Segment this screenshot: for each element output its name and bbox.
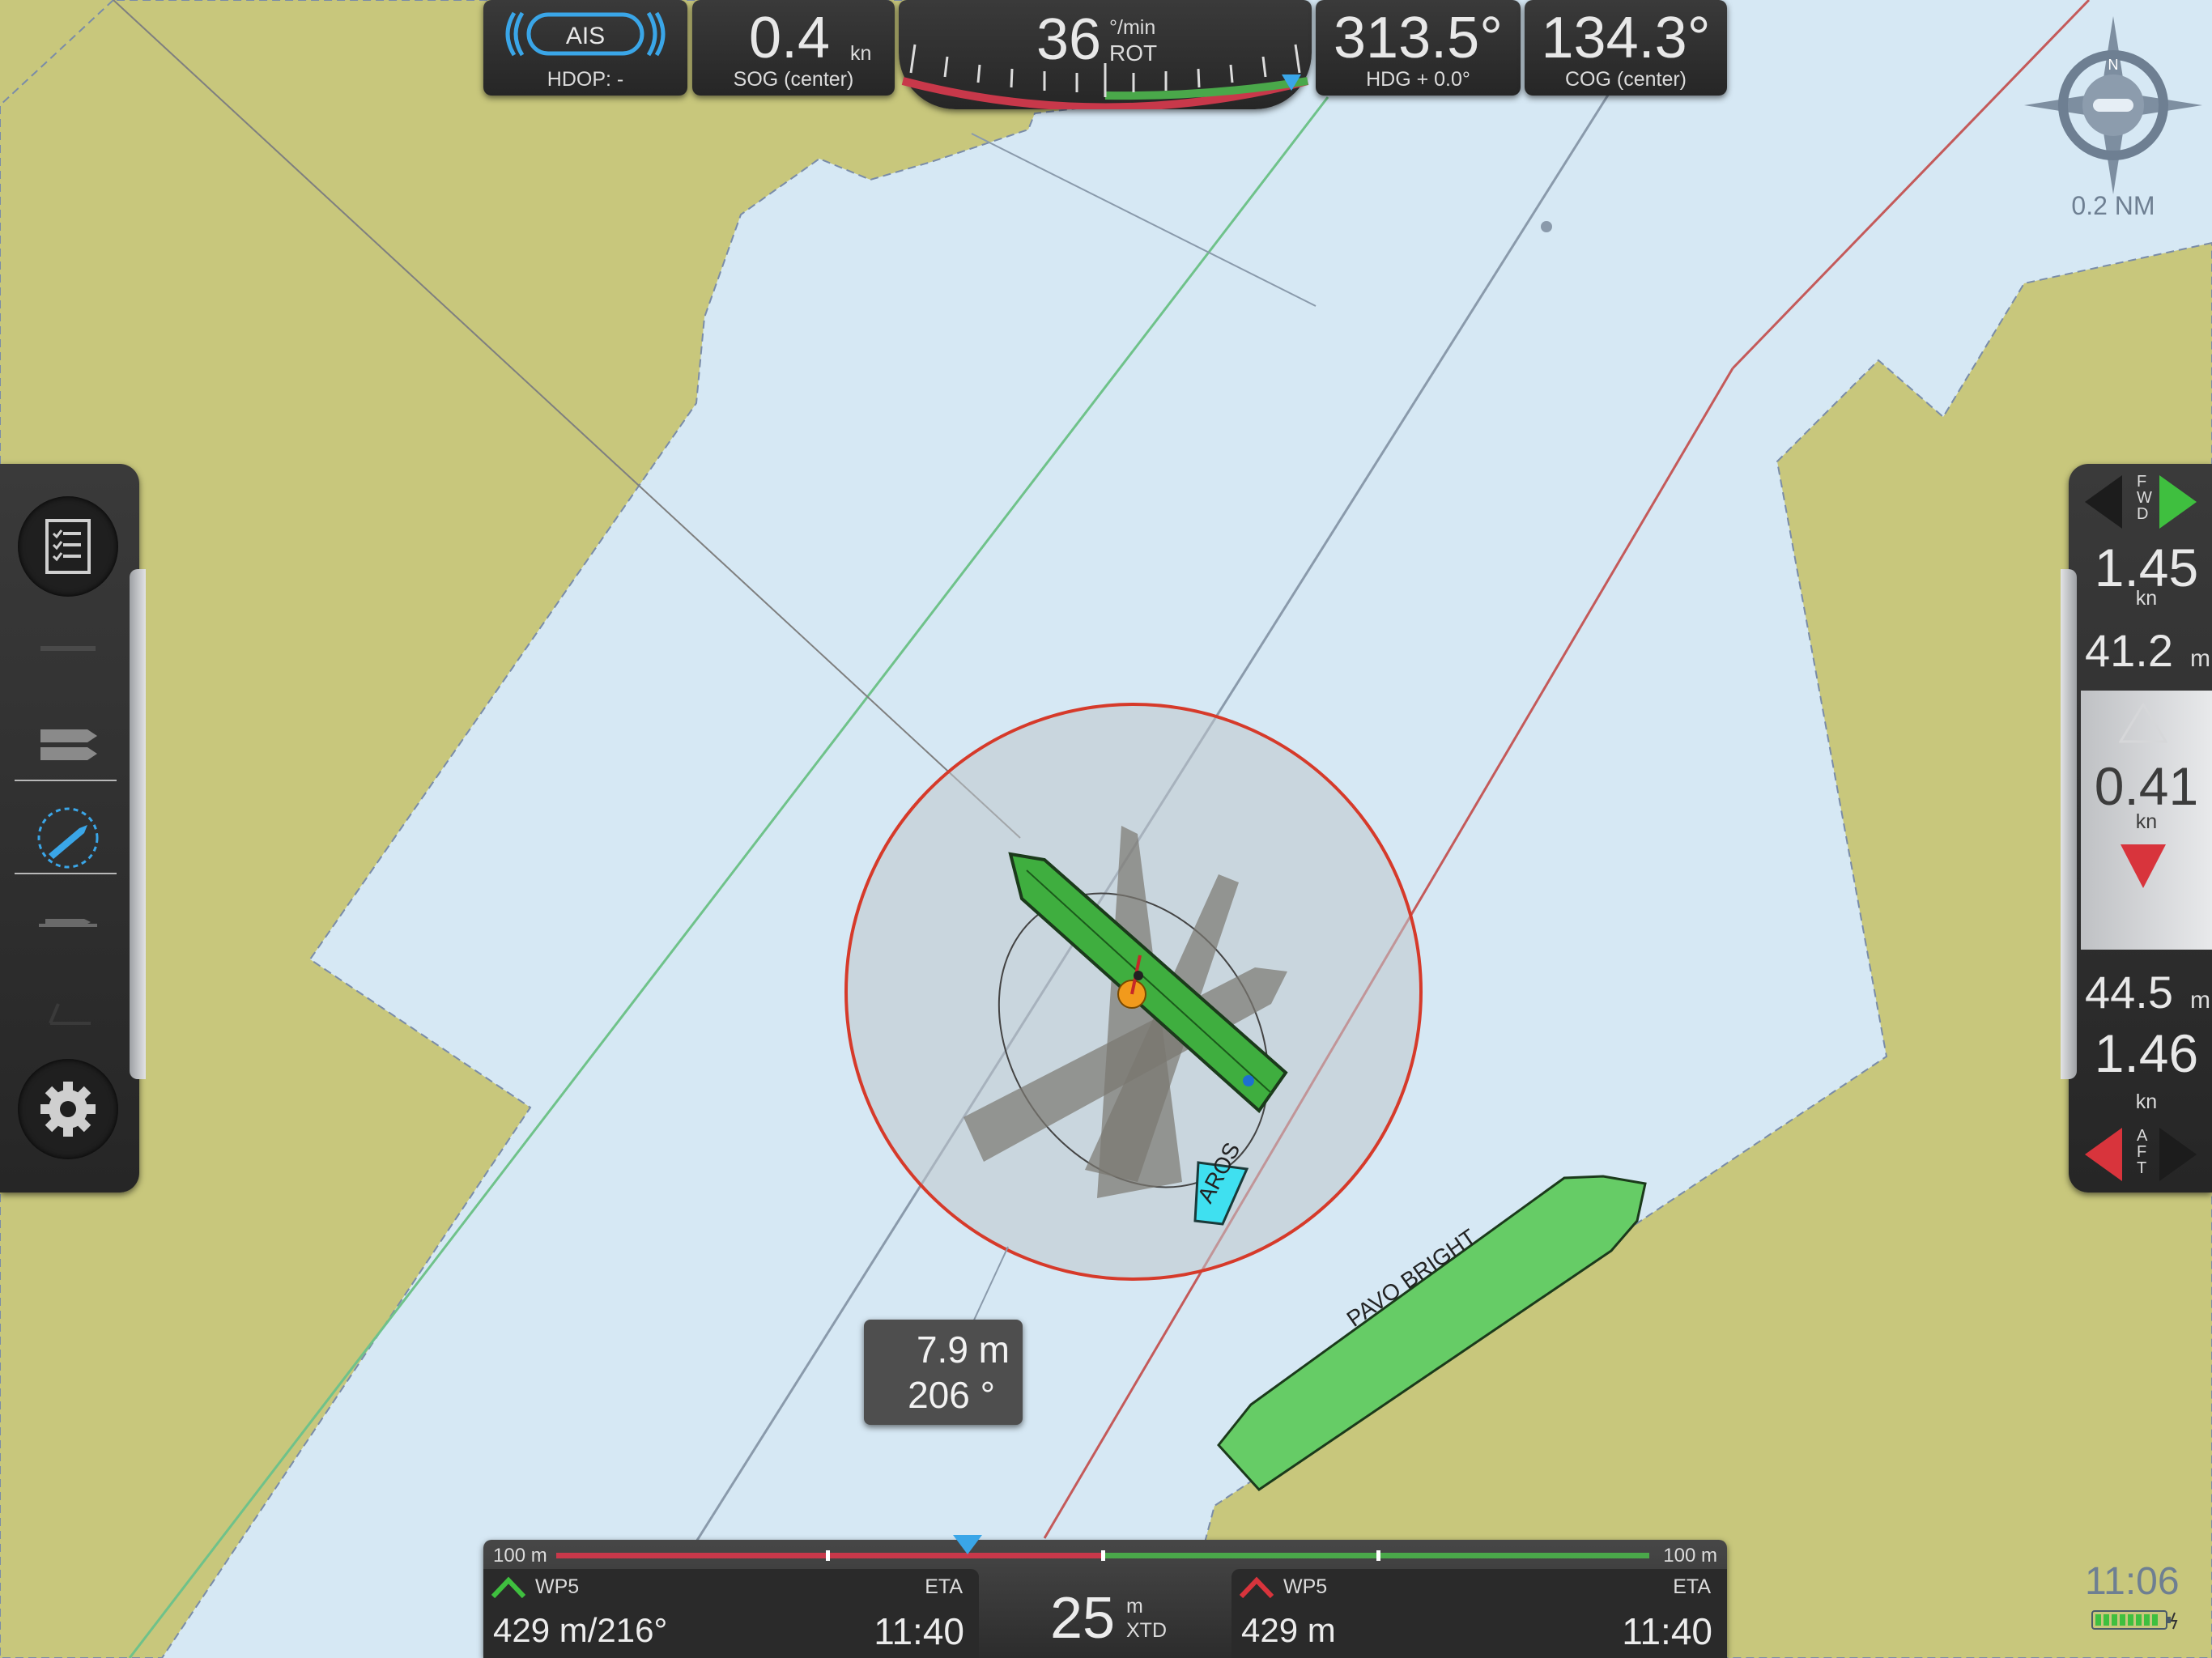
measure-bearing: 206 ° <box>908 1374 995 1416</box>
right-wp-eta: 11:40 <box>1622 1610 1712 1652</box>
mid-speed-unit: kn <box>2135 810 2158 833</box>
xtd-scale <box>556 1550 1649 1561</box>
right-wp-eta-label: ETA <box>1673 1575 1711 1598</box>
hdg-label: HDG + 0.0° <box>1366 68 1470 91</box>
aft-label: AFT <box>2137 1127 2148 1177</box>
cog-panel[interactable]: 134.3° COG (center) <box>1525 0 1727 96</box>
compass-rose-icon: N <box>2024 16 2202 194</box>
right-wp-name: WP5 <box>1283 1575 1328 1598</box>
fwd-distance-value: 41.2 <box>2085 625 2173 676</box>
sog-panel[interactable]: 0.4 kn SOG (center) <box>692 0 895 96</box>
xtd-value: 25 <box>1050 1586 1116 1651</box>
fwd-label: FWD <box>2137 473 2152 523</box>
measure-icon <box>49 1003 91 1025</box>
left-wp-eta-label: ETA <box>925 1575 963 1598</box>
status-time: 11:06 <box>2085 1560 2180 1603</box>
right-waypoint-panel[interactable]: WP5 ETA 429 m 11:40 <box>1231 1569 1727 1658</box>
nautical-chart[interactable]: AROS PAVO BRIGHT <box>0 0 2212 1658</box>
aft-right-arrow-icon[interactable] <box>2158 1126 2198 1183</box>
xtd-label: XTD <box>1126 1619 1167 1642</box>
cog-value: 134.3° <box>1541 6 1711 70</box>
checklist-button[interactable] <box>18 496 118 597</box>
scale-label: 0.2 NM <box>2071 191 2155 220</box>
ais-panel[interactable]: AIS HDOP: - <box>483 0 687 96</box>
measure-button[interactable] <box>18 962 118 1062</box>
cog-label: COG (center) <box>1564 68 1687 91</box>
aft-distance-unit: m <box>2190 987 2210 1014</box>
xtd-pointer-icon <box>953 1535 982 1554</box>
fwd-speed-unit: kn <box>2135 587 2158 610</box>
aft-speed-value: 1.46 <box>2094 1023 2199 1083</box>
left-toolbar <box>0 464 146 1192</box>
checklist-icon <box>45 519 91 574</box>
up-arrow-icon[interactable] <box>2119 703 2167 743</box>
sog-label: SOG (center) <box>733 68 854 91</box>
hdg-value: 313.5° <box>1334 6 1503 70</box>
hdop-label: HDOP: - <box>547 68 624 91</box>
compass[interactable]: N 0.2 NM <box>2024 16 2202 227</box>
left-waypoint-panel[interactable]: WP5 ETA 429 m/216° 11:40 <box>483 1569 979 1658</box>
xtd-unit: m <box>1126 1595 1143 1618</box>
rot-panel[interactable]: 36 °/min ROT <box>899 0 1312 109</box>
xtd-right-range: 100 m <box>1663 1545 1717 1567</box>
fwd-distance-unit: m <box>2190 645 2210 672</box>
fwd-left-arrow-icon[interactable] <box>2083 474 2124 530</box>
vessels-button[interactable] <box>18 691 118 791</box>
mid-speed-value: 0.41 <box>2094 756 2199 816</box>
right-speed-panel: FWD 1.45 kn 41.2 m 0.41 kn 44.5 m 1.46 k… <box>2061 464 2212 1192</box>
measurement-box: 7.9 m 206 ° <box>864 1320 1023 1425</box>
left-wp-eta: 11:40 <box>874 1610 964 1652</box>
measure-distance: 7.9 m <box>916 1329 1010 1371</box>
xtd-bar: 100 m 100 m WP5 ETA 429 m/216° 11:40 25 … <box>483 1535 1727 1658</box>
hdg-panel[interactable]: 313.5° HDG + 0.0° <box>1316 0 1521 96</box>
battery-icon <box>2091 1610 2178 1630</box>
down-arrow-icon[interactable] <box>2119 843 2167 890</box>
left-wp-name: WP5 <box>535 1575 580 1598</box>
rot-gauge <box>901 44 1309 109</box>
chevron-up-red-icon <box>1240 1576 1274 1599</box>
aft-speed-unit: kn <box>2135 1090 2158 1113</box>
left-wp-distance: 429 m/216° <box>493 1611 668 1649</box>
sog-unit: kn <box>850 42 872 65</box>
layer-button[interactable] <box>18 597 118 698</box>
xtd-left-range: 100 m <box>493 1545 547 1567</box>
vessels-icon <box>40 729 97 760</box>
fwd-right-arrow-icon[interactable] <box>2158 474 2198 530</box>
settings-button[interactable] <box>18 1059 118 1159</box>
aft-distance-value: 44.5 <box>2085 967 2173 1018</box>
chevron-up-green-icon <box>491 1576 525 1599</box>
compass-north-label: N <box>2108 57 2119 73</box>
ais-label: AIS <box>565 23 606 49</box>
layer-flat-icon <box>40 646 96 651</box>
aft-left-arrow-icon[interactable] <box>2083 1126 2124 1183</box>
right-wp-distance: 429 m <box>1241 1611 1336 1649</box>
gear-icon <box>40 1082 96 1137</box>
sog-value: 0.4 <box>749 6 831 70</box>
